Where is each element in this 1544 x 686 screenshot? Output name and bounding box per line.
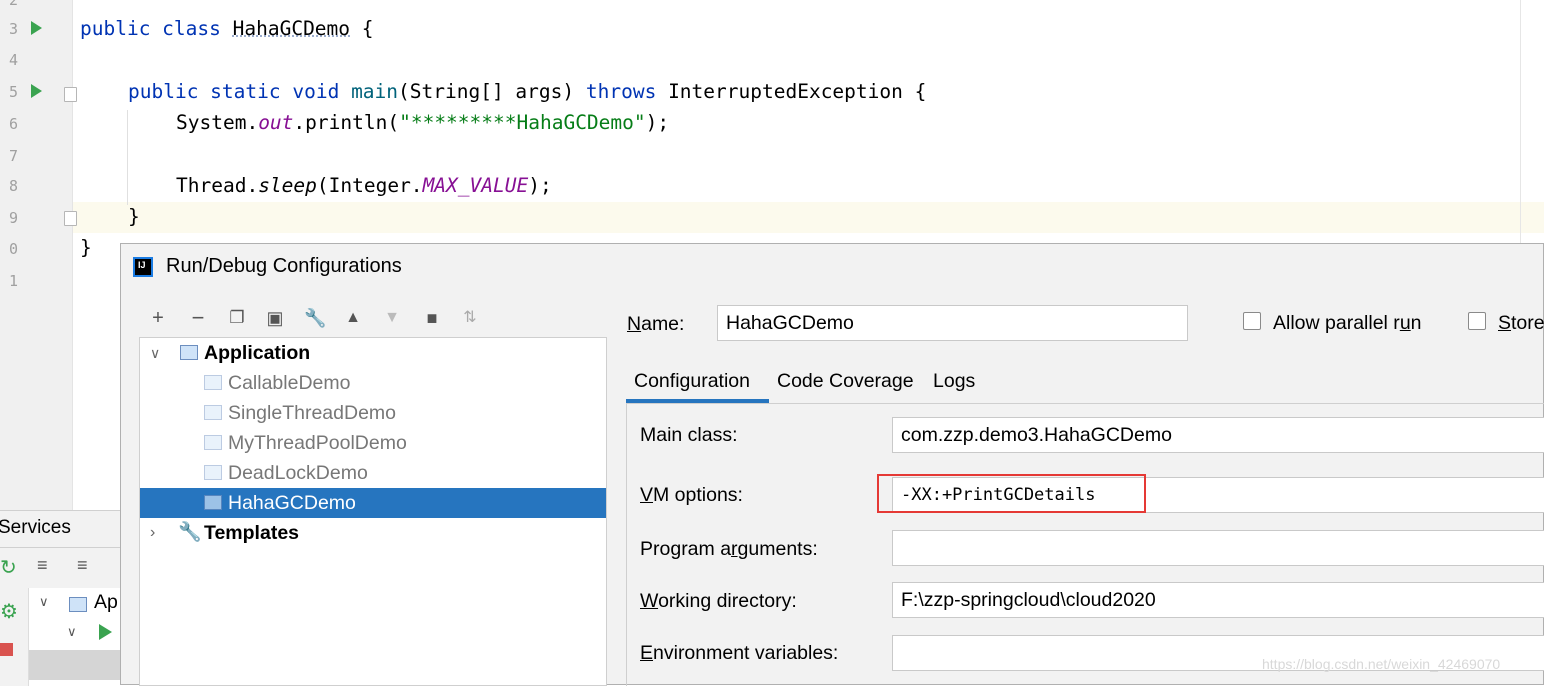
application-config-icon (204, 465, 222, 480)
wrench-icon[interactable]: 🔧 (304, 307, 326, 329)
code-line: public static void main(String[] args) t… (128, 80, 927, 103)
chevron-down-icon[interactable]: ∨ (150, 338, 160, 368)
remove-icon[interactable]: − (187, 307, 209, 329)
allow-parallel-run-checkbox[interactable] (1243, 312, 1261, 330)
selected-row[interactable] (29, 650, 121, 680)
configurations-tree[interactable]: ∨ Application CallableDemo SingleThreadD… (139, 337, 607, 686)
tree-item-label: MyThreadPoolDemo (228, 432, 407, 454)
current-line-highlight (73, 202, 1544, 233)
program-arguments-label: Program arguments: (640, 538, 818, 560)
tab-code-coverage[interactable]: Code Coverage (777, 364, 914, 404)
application-config-icon (204, 375, 222, 390)
rerun-icon[interactable]: ↻ (0, 555, 17, 580)
debug-icon[interactable]: ⚙ (0, 599, 18, 624)
store-label[interactable]: Store (1498, 312, 1544, 335)
code-line: public class HahaGCDemo { (80, 17, 374, 40)
tree-item-application[interactable]: ∨ Application (140, 338, 606, 368)
code-line: } (80, 236, 92, 259)
fold-marker-icon[interactable] (64, 211, 77, 226)
name-input[interactable]: HahaGCDemo (717, 305, 1188, 341)
allow-parallel-run-label[interactable]: Allow parallel run (1273, 312, 1422, 335)
tree-item-label: Application (204, 342, 311, 364)
tree-item[interactable]: DeadLockDemo (140, 458, 606, 488)
chevron-right-icon[interactable]: › (150, 518, 155, 548)
collapse-all-icon[interactable]: ≡ (77, 555, 88, 576)
environment-variables-label: Environment variables: (640, 642, 839, 664)
tree-item-label: SingleThreadDemo (228, 402, 397, 424)
copy-icon[interactable]: ❐ (226, 307, 248, 329)
working-directory-label: Working directory: (640, 590, 797, 612)
fold-marker-icon[interactable] (64, 87, 77, 102)
right-margin-guide (1520, 0, 1521, 245)
line-number: 7 (8, 147, 18, 165)
chevron-down-icon[interactable]: ∨ (39, 594, 49, 610)
wrench-icon: 🔧 (178, 522, 202, 543)
divider (0, 547, 120, 548)
tab-logs[interactable]: Logs (933, 364, 975, 404)
main-class-input[interactable]: com.zzp.demo3.HahaGCDemo (892, 417, 1544, 453)
application-config-icon (204, 495, 222, 510)
store-as-file-checkbox[interactable] (1468, 312, 1486, 330)
stop-icon[interactable] (0, 643, 13, 656)
tree-item-label: CallableDemo (228, 372, 351, 394)
run-debug-configurations-dialog: IJ Run/Debug Configurations + − ❐ ▣ 🔧 ▲ … (120, 243, 1544, 686)
main-class-label: Main class: (640, 424, 738, 446)
code-line: Thread.sleep(Integer.MAX_VALUE); (176, 174, 552, 197)
save-icon[interactable]: ▣ (264, 307, 286, 329)
services-tree-label: Ap (94, 591, 118, 613)
sort-icon[interactable]: ⇅ (459, 307, 481, 329)
move-up-icon[interactable]: ▲ (342, 307, 364, 329)
line-number: 8 (8, 177, 18, 195)
tree-item-selected[interactable]: HahaGCDemo (140, 488, 606, 518)
expand-all-icon[interactable]: ≡ (37, 555, 48, 576)
add-icon[interactable]: + (147, 307, 169, 329)
dialog-title: Run/Debug Configurations (166, 255, 402, 277)
chevron-down-icon[interactable]: ∨ (67, 624, 77, 640)
tree-item[interactable]: CallableDemo (140, 368, 606, 398)
tree-item-label: Templates (204, 522, 300, 544)
application-config-icon (204, 405, 222, 420)
program-arguments-input[interactable] (892, 530, 1544, 566)
line-number: 1 (8, 272, 18, 290)
vm-options-label: VM options: (640, 484, 743, 506)
code-line: System.out.println("*********HahaGCDemo"… (176, 111, 670, 134)
dialog-title-bar: IJ Run/Debug Configurations (121, 244, 1543, 290)
watermark: https://blog.csdn.net/weixin_42469070 (1262, 656, 1501, 672)
line-number: 2 (8, 0, 18, 9)
run-main-icon[interactable] (31, 84, 42, 98)
tree-item-label: HahaGCDemo (228, 492, 356, 514)
line-number: 4 (8, 51, 18, 69)
name-label: Name: (627, 313, 685, 335)
application-icon (180, 345, 198, 360)
run-class-icon[interactable] (31, 21, 42, 35)
tree-item-label: DeadLockDemo (228, 462, 368, 484)
line-number: 6 (8, 115, 18, 133)
move-down-icon[interactable]: ▼ (381, 307, 403, 329)
line-number: 9 (8, 209, 18, 227)
folder-icon[interactable]: ■ (421, 307, 443, 329)
vm-options-highlight-box (877, 474, 1146, 513)
tab-configuration[interactable]: Configuration (634, 364, 750, 404)
working-directory-input[interactable]: F:\zzp-springcloud\cloud2020 (892, 582, 1544, 618)
services-panel: Services ↻ ≡ ≡ ⚙ ∨ Ap ∨ (0, 510, 121, 686)
application-config-icon (204, 435, 222, 450)
tree-item[interactable]: MyThreadPoolDemo (140, 428, 606, 458)
services-title: Services (0, 517, 71, 538)
code-line: } (128, 205, 140, 228)
tree-item-templates[interactable]: › 🔧 Templates (140, 518, 606, 548)
line-number: 5 (8, 83, 18, 101)
line-number: 3 (8, 20, 18, 38)
application-icon (69, 597, 87, 612)
services-tree[interactable]: ∨ Ap ∨ (28, 588, 121, 686)
intellij-logo-icon: IJ (133, 257, 153, 277)
run-icon[interactable] (99, 624, 112, 640)
line-number: 0 (8, 240, 18, 258)
tree-item[interactable]: SingleThreadDemo (140, 398, 606, 428)
indent-guide (127, 110, 128, 205)
